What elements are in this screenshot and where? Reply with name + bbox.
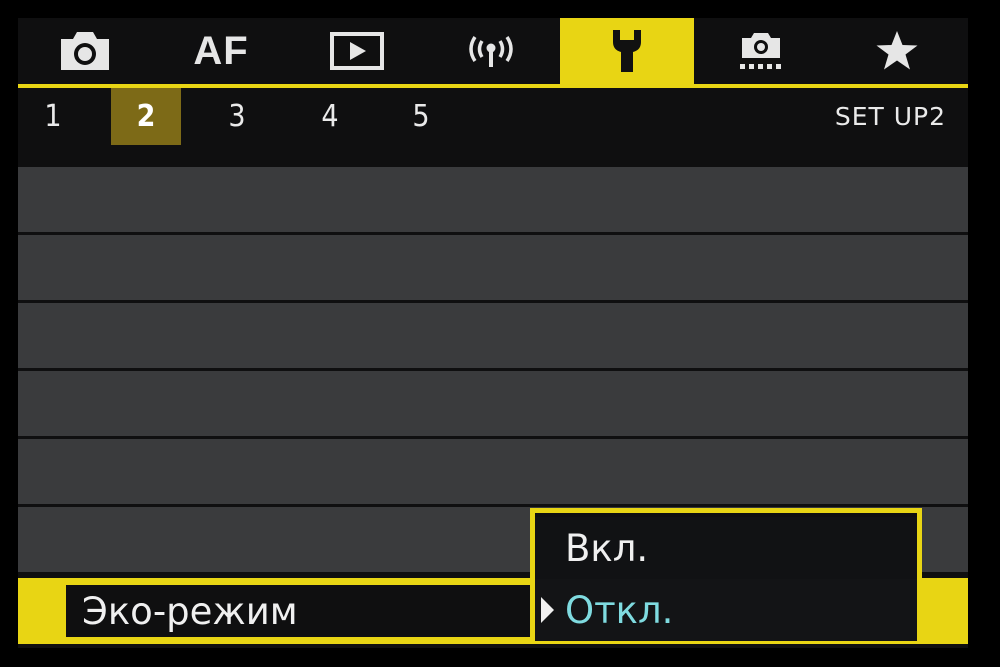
page-tab-1[interactable]: 1 <box>18 88 88 145</box>
option-on-label: Вкл. <box>565 526 649 570</box>
page-tab-2[interactable]: 2 <box>111 88 181 145</box>
current-value-marker-icon <box>541 597 554 623</box>
tab-af[interactable]: AF <box>154 18 288 84</box>
page-selector: 1 2 3 4 5 SET UP2 <box>18 88 968 164</box>
custom-function-icon <box>740 33 781 69</box>
tab-setup[interactable] <box>560 18 694 84</box>
af-tab-label: AF <box>193 28 249 73</box>
menu-page-title: SET UP2 <box>834 102 946 131</box>
wrench-icon <box>613 30 641 72</box>
menu-row-2[interactable] <box>18 235 968 300</box>
eco-mode-options-popup: Вкл. Откл. <box>530 508 922 642</box>
option-off[interactable]: Откл. <box>535 579 917 641</box>
page-tab-3[interactable]: 3 <box>202 88 272 145</box>
tab-wireless[interactable] <box>424 18 558 84</box>
playback-icon <box>330 32 384 70</box>
page-tab-5[interactable]: 5 <box>386 88 456 145</box>
page-tab-4[interactable]: 4 <box>295 88 365 145</box>
option-off-label: Откл. <box>565 588 674 632</box>
tab-playback[interactable] <box>290 18 424 84</box>
option-on[interactable]: Вкл. <box>535 517 917 579</box>
star-icon <box>876 31 918 70</box>
menu-row-3[interactable] <box>18 303 968 368</box>
menu-tab-bar: AF <box>18 18 968 88</box>
tab-custom-functions[interactable] <box>694 18 828 84</box>
tab-my-menu[interactable] <box>830 18 964 84</box>
menu-row-1[interactable] <box>18 167 968 232</box>
camera-menu-screen: AF 1 2 3 4 5 SET UP2 Эко-режим Вкл. Откл… <box>18 18 968 648</box>
tab-shooting[interactable] <box>18 18 152 84</box>
eco-mode-label: Эко-режим <box>82 589 298 633</box>
wireless-icon <box>469 36 513 67</box>
menu-row-4[interactable] <box>18 371 968 436</box>
selected-menu-item: Эко-режим <box>66 585 536 637</box>
menu-row-5[interactable] <box>18 439 968 504</box>
camera-icon <box>61 32 109 70</box>
